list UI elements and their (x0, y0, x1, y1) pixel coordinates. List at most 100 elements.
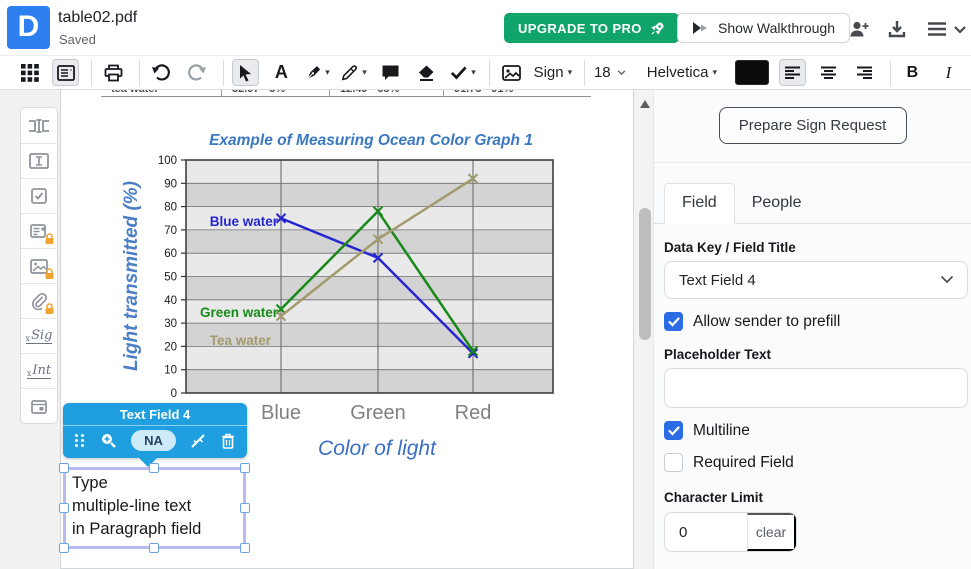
date-field-tool[interactable] (21, 388, 57, 423)
resize-handle-w[interactable] (59, 503, 69, 513)
resize-handle-se[interactable] (240, 543, 250, 553)
svg-text:Color of light: Color of light (318, 437, 437, 460)
menu-chevron-down-icon[interactable] (948, 17, 971, 41)
svg-text:Light transmitted (%): Light transmitted (%) (121, 181, 142, 371)
tab-field[interactable]: Field (664, 183, 735, 224)
image-field-tool[interactable] (21, 248, 57, 283)
redo-button[interactable] (184, 59, 211, 86)
insert-image-button[interactable] (498, 59, 525, 86)
show-walkthrough-button[interactable]: Show Walkthrough (677, 13, 850, 43)
wand-icon[interactable] (190, 433, 206, 449)
resize-handle-nw[interactable] (59, 463, 69, 473)
scroll-up-arrow[interactable] (640, 100, 650, 108)
resize-handle-s[interactable] (149, 543, 159, 553)
drag-handle-icon[interactable] (75, 434, 85, 447)
tab-people[interactable]: People (735, 184, 819, 223)
resize-handle-ne[interactable] (240, 463, 250, 473)
svg-text:60: 60 (164, 248, 177, 260)
select-cursor-tool[interactable] (231, 59, 259, 86)
resize-handle-n[interactable] (149, 463, 159, 473)
x-mark: x (26, 368, 32, 378)
pen-tool[interactable]: ▾ (304, 59, 331, 86)
table-cell: 91.73 - 91% (454, 90, 513, 95)
download-icon[interactable] (885, 17, 909, 41)
prefill-checkbox[interactable] (664, 312, 683, 331)
menu-icon[interactable] (925, 17, 949, 41)
text-tool-label: A (274, 62, 288, 82)
comment-tool[interactable] (377, 59, 404, 86)
upgrade-to-pro-button[interactable]: UPGRADE TO PRO (504, 13, 679, 43)
highlight-tool[interactable]: ▾ (340, 59, 368, 86)
align-left-button[interactable] (779, 59, 807, 86)
align-center-button[interactable] (815, 59, 842, 86)
italic-button[interactable]: I (935, 59, 962, 86)
font-size-chevron-icon (617, 70, 625, 76)
svg-text:40: 40 (164, 295, 177, 307)
paragraph-text-field[interactable]: Type multiple-line text in Paragraph fie… (59, 463, 250, 553)
prepare-sign-request-button[interactable]: Prepare Sign Request (718, 107, 907, 144)
font-size-select[interactable]: 18 (593, 59, 627, 86)
highlight-dropdown-caret[interactable]: ▾ (362, 67, 367, 78)
sidebar-divider (654, 162, 971, 163)
clipped-table-row: tea water 32.97 - 5% 12.49 - 63% 91.73 -… (101, 90, 591, 97)
clear-button[interactable]: clear (747, 513, 796, 551)
check-tool[interactable]: ▾ (449, 59, 477, 86)
zoom-in-icon[interactable] (100, 432, 117, 449)
page-panel-button[interactable] (52, 59, 79, 86)
required-checkbox-row[interactable]: Required Field (664, 453, 971, 472)
multiline-checkbox[interactable] (664, 421, 683, 440)
eraser-tool[interactable] (413, 59, 440, 86)
sign-dropdown-caret: ▾ (567, 67, 573, 77)
text-field-tool[interactable] (21, 108, 57, 143)
required-checkbox[interactable] (664, 453, 683, 472)
na-button[interactable]: NA (131, 430, 176, 451)
canvas-scrollbar[interactable] (637, 90, 653, 569)
character-limit-label: Character Limit (664, 490, 764, 505)
prefill-label: Allow sender to prefill (693, 312, 841, 330)
text-box-tool[interactable] (21, 143, 57, 178)
prefill-checkbox-row[interactable]: Allow sender to prefill (664, 312, 971, 331)
resize-handle-sw[interactable] (59, 543, 69, 553)
font-family-select[interactable]: Helvetica ▾ (646, 59, 717, 86)
text-tool[interactable]: A (268, 59, 295, 86)
edit-toolbar: A ▾ ▾ ▾ Sign ▾ 18 Helvetica ▾ B I (0, 56, 971, 90)
logo-fold-corner (34, 13, 42, 21)
paragraph-text-content: Type multiple-line text in Paragraph fie… (72, 474, 202, 538)
bold-label: B (906, 63, 919, 81)
font-color-swatch[interactable] (734, 60, 770, 85)
sign-menu-button[interactable]: Sign ▾ (534, 59, 573, 86)
svg-text:20: 20 (164, 341, 177, 353)
document-canvas: tea water 32.97 - 5% 12.49 - 63% 91.73 -… (0, 90, 653, 569)
field-properties-sidebar: Prepare Sign Request Field People Data K… (653, 90, 971, 569)
svg-text:30: 30 (164, 318, 177, 330)
multiline-checkbox-row[interactable]: Multiline (664, 421, 971, 440)
dropdown-field-tool[interactable] (21, 213, 57, 248)
pen-dropdown-caret[interactable]: ▾ (325, 67, 330, 78)
multiline-label: Multiline (693, 421, 750, 439)
font-family-value: Helvetica (646, 64, 709, 81)
toolbar-separator (488, 59, 490, 86)
data-key-value: Text Field 4 (679, 271, 756, 289)
add-user-icon[interactable] (847, 17, 871, 41)
delete-field-icon[interactable] (221, 433, 235, 449)
align-right-button[interactable] (851, 59, 878, 86)
character-limit-input[interactable]: 0 (665, 513, 747, 551)
checkbox-tool[interactable] (21, 178, 57, 213)
undo-button[interactable] (148, 59, 175, 86)
rocket-icon (651, 21, 664, 35)
grid-view-button[interactable] (16, 59, 43, 86)
attachment-field-tool[interactable] (21, 283, 57, 318)
print-button[interactable] (100, 59, 127, 86)
initials-field-tool[interactable]: xInt (21, 353, 57, 388)
svg-text:Red: Red (455, 402, 492, 424)
bold-button[interactable]: B (899, 59, 926, 86)
data-key-select[interactable]: Text Field 4 (664, 261, 968, 299)
select-chevron-down-icon (940, 275, 954, 284)
placeholder-input[interactable] (664, 368, 968, 408)
signature-field-tool[interactable]: xSig (21, 318, 57, 353)
resize-handle-e[interactable] (240, 503, 250, 513)
scrollbar-thumb[interactable] (639, 208, 651, 340)
svg-text:70: 70 (164, 225, 177, 237)
dochub-logo[interactable]: D (7, 6, 50, 49)
check-dropdown-caret[interactable]: ▾ (471, 67, 476, 78)
